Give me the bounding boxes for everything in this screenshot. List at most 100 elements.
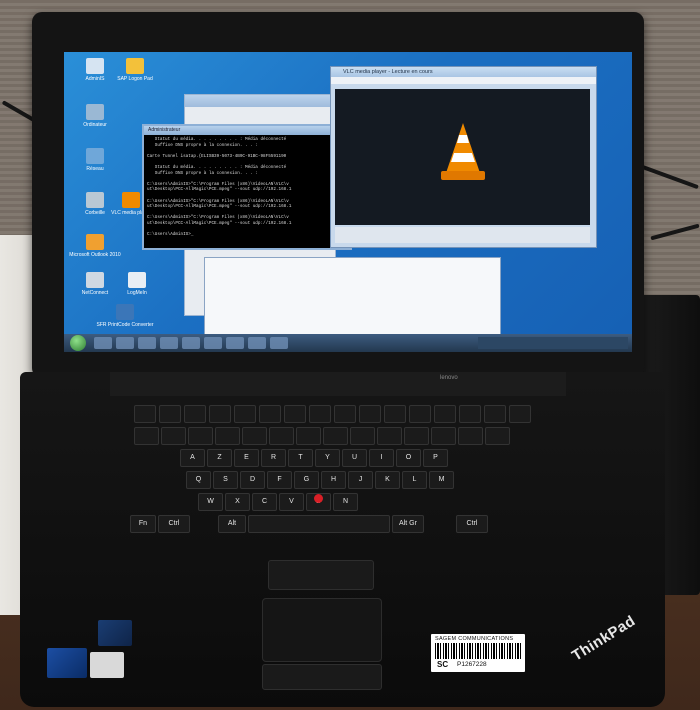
number-key[interactable] bbox=[242, 427, 267, 445]
number-key[interactable] bbox=[485, 427, 510, 445]
function-key[interactable] bbox=[259, 405, 281, 423]
ctrl-key-right[interactable]: Ctrl bbox=[456, 515, 488, 533]
vlc-controls[interactable] bbox=[335, 227, 590, 243]
vlc-cone-icon bbox=[441, 123, 485, 180]
key-o[interactable]: O bbox=[396, 449, 421, 467]
key-a[interactable]: A bbox=[180, 449, 205, 467]
number-key[interactable] bbox=[377, 427, 402, 445]
number-key[interactable] bbox=[323, 427, 348, 445]
number-key[interactable] bbox=[161, 427, 186, 445]
system-tray[interactable] bbox=[478, 337, 628, 349]
number-key[interactable] bbox=[296, 427, 321, 445]
start-button[interactable] bbox=[70, 335, 86, 351]
key-v[interactable]: V bbox=[279, 493, 304, 511]
desktop-icon[interactable]: LogMeIn bbox=[108, 272, 166, 296]
cmd-output[interactable]: Statut du média. . . . . . . . . : Média… bbox=[144, 135, 350, 240]
function-key[interactable] bbox=[409, 405, 431, 423]
key-l[interactable]: L bbox=[402, 471, 427, 489]
key-u[interactable]: U bbox=[342, 449, 367, 467]
key-q[interactable]: Q bbox=[186, 471, 211, 489]
key-t[interactable]: T bbox=[288, 449, 313, 467]
vlc-menubar[interactable] bbox=[331, 77, 596, 84]
touchpad[interactable] bbox=[262, 598, 382, 662]
deck-brand: lenovo bbox=[440, 375, 458, 381]
command-prompt-window[interactable]: Administrateur Statut du média. . . . . … bbox=[142, 124, 352, 250]
logmein-icon bbox=[128, 272, 146, 288]
key-h[interactable]: H bbox=[321, 471, 346, 489]
key-y[interactable]: Y bbox=[315, 449, 340, 467]
blank-window[interactable] bbox=[204, 257, 501, 337]
alt-key[interactable]: Alt bbox=[218, 515, 246, 533]
function-key[interactable] bbox=[359, 405, 381, 423]
key-g[interactable]: G bbox=[294, 471, 319, 489]
number-key[interactable] bbox=[269, 427, 294, 445]
trackpoint[interactable] bbox=[314, 494, 323, 503]
number-key[interactable] bbox=[350, 427, 375, 445]
laptop-screen: AdminIS SAP Logon Pad Ordinateur Réseau … bbox=[64, 52, 632, 352]
window-titlebar[interactable] bbox=[185, 95, 335, 107]
touchpad-buttons[interactable] bbox=[262, 664, 382, 690]
number-key[interactable] bbox=[215, 427, 240, 445]
altgr-key[interactable]: Alt Gr bbox=[392, 515, 424, 533]
taskbar-item[interactable] bbox=[226, 337, 244, 349]
key-e[interactable]: E bbox=[234, 449, 259, 467]
function-key[interactable] bbox=[209, 405, 231, 423]
function-key[interactable] bbox=[484, 405, 506, 423]
function-key[interactable] bbox=[284, 405, 306, 423]
key-c[interactable]: C bbox=[252, 493, 277, 511]
taskbar-item[interactable] bbox=[138, 337, 156, 349]
function-key[interactable] bbox=[459, 405, 481, 423]
ctrl-key[interactable]: Ctrl bbox=[158, 515, 190, 533]
number-key[interactable] bbox=[458, 427, 483, 445]
function-key[interactable] bbox=[234, 405, 256, 423]
taskbar-item[interactable] bbox=[182, 337, 200, 349]
key-k[interactable]: K bbox=[375, 471, 400, 489]
netconnect-icon bbox=[86, 272, 104, 288]
trackpoint-buttons[interactable] bbox=[268, 560, 374, 590]
vlc-window[interactable]: VLC media player - Lecture en cours bbox=[330, 66, 597, 248]
function-key[interactable] bbox=[184, 405, 206, 423]
taskbar-item[interactable] bbox=[204, 337, 222, 349]
taskbar-item[interactable] bbox=[116, 337, 134, 349]
key-n[interactable]: N bbox=[333, 493, 358, 511]
fn-key[interactable]: Fn bbox=[130, 515, 156, 533]
key-z[interactable]: Z bbox=[207, 449, 232, 467]
vlc-video-area[interactable] bbox=[335, 89, 590, 225]
function-key[interactable] bbox=[434, 405, 456, 423]
key-s[interactable]: S bbox=[213, 471, 238, 489]
space-bar[interactable] bbox=[248, 515, 390, 533]
key-w[interactable]: W bbox=[198, 493, 223, 511]
function-key[interactable] bbox=[334, 405, 356, 423]
key-p[interactable]: P bbox=[423, 449, 448, 467]
key-d[interactable]: D bbox=[240, 471, 265, 489]
number-key[interactable] bbox=[404, 427, 429, 445]
number-key[interactable] bbox=[188, 427, 213, 445]
desktop-icon[interactable]: Ordinateur bbox=[66, 104, 124, 128]
taskbar-item[interactable] bbox=[160, 337, 178, 349]
keyboard: AZERTYUIOPQSDFGHJKLMWXCVBNFnCtrlAltAlt G… bbox=[130, 405, 580, 565]
vlc-titlebar[interactable]: VLC media player - Lecture en cours bbox=[331, 67, 596, 77]
cmd-titlebar[interactable]: Administrateur bbox=[144, 126, 350, 135]
function-key[interactable] bbox=[384, 405, 406, 423]
network-icon bbox=[86, 148, 104, 164]
taskbar-item[interactable] bbox=[248, 337, 266, 349]
function-key[interactable] bbox=[134, 405, 156, 423]
function-key[interactable] bbox=[509, 405, 531, 423]
barcode-label: SAGEM COMMUNICATIONS SC P1267228 bbox=[431, 634, 525, 672]
key-r[interactable]: R bbox=[261, 449, 286, 467]
key-i[interactable]: I bbox=[369, 449, 394, 467]
key-j[interactable]: J bbox=[348, 471, 373, 489]
function-key[interactable] bbox=[159, 405, 181, 423]
desktop-icon[interactable]: Réseau bbox=[66, 148, 124, 172]
function-key[interactable] bbox=[309, 405, 331, 423]
key-x[interactable]: X bbox=[225, 493, 250, 511]
desktop-icon[interactable]: SFR PrintCode Converter bbox=[96, 304, 154, 328]
desktop-icon[interactable]: Microsoft Outlook 2010 bbox=[66, 234, 124, 258]
key-m[interactable]: M bbox=[429, 471, 454, 489]
taskbar-item[interactable] bbox=[94, 337, 112, 349]
number-key[interactable] bbox=[431, 427, 456, 445]
desktop-icon[interactable]: SAP Logon Pad bbox=[106, 58, 164, 82]
key-f[interactable]: F bbox=[267, 471, 292, 489]
number-key[interactable] bbox=[134, 427, 159, 445]
taskbar-item[interactable] bbox=[270, 337, 288, 349]
